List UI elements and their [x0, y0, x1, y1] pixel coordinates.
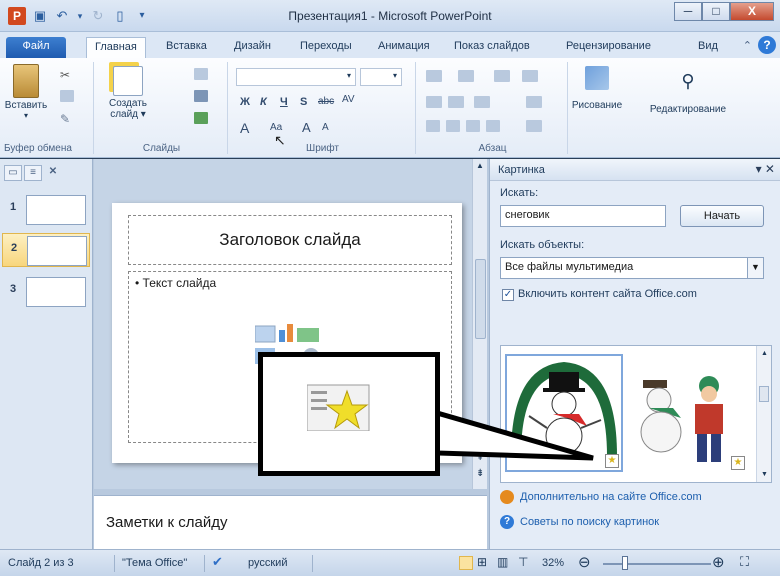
zoom-callout	[258, 352, 440, 476]
fit-to-window-icon[interactable]: ⛶	[740, 554, 749, 570]
slideshow-icon[interactable]: ⊤	[518, 555, 528, 569]
zoom-in-icon[interactable]: ⊕	[712, 553, 725, 571]
spell-check-icon[interactable]: ✔	[212, 554, 223, 570]
status-bar: Слайд 2 из 3 "Тема Office" ✔ русский ⊞ ▥…	[0, 549, 780, 576]
reading-view-icon[interactable]: ▥	[497, 555, 508, 569]
zoom-out-icon[interactable]: ⊖	[578, 553, 591, 571]
slide-sorter-icon[interactable]: ⊞	[477, 555, 487, 569]
callout-pointer	[434, 409, 594, 461]
normal-view-icon[interactable]	[459, 556, 473, 570]
theme-name[interactable]: "Тема Office"	[122, 557, 187, 569]
zoom-level[interactable]: 32%	[542, 557, 564, 569]
office-star-zoom-icon	[307, 384, 370, 431]
slide-counter: Слайд 2 из 3	[8, 557, 74, 569]
language-indicator[interactable]: русский	[248, 557, 287, 569]
zoom-slider-knob[interactable]	[622, 556, 628, 570]
zoom-slider[interactable]	[603, 563, 711, 565]
